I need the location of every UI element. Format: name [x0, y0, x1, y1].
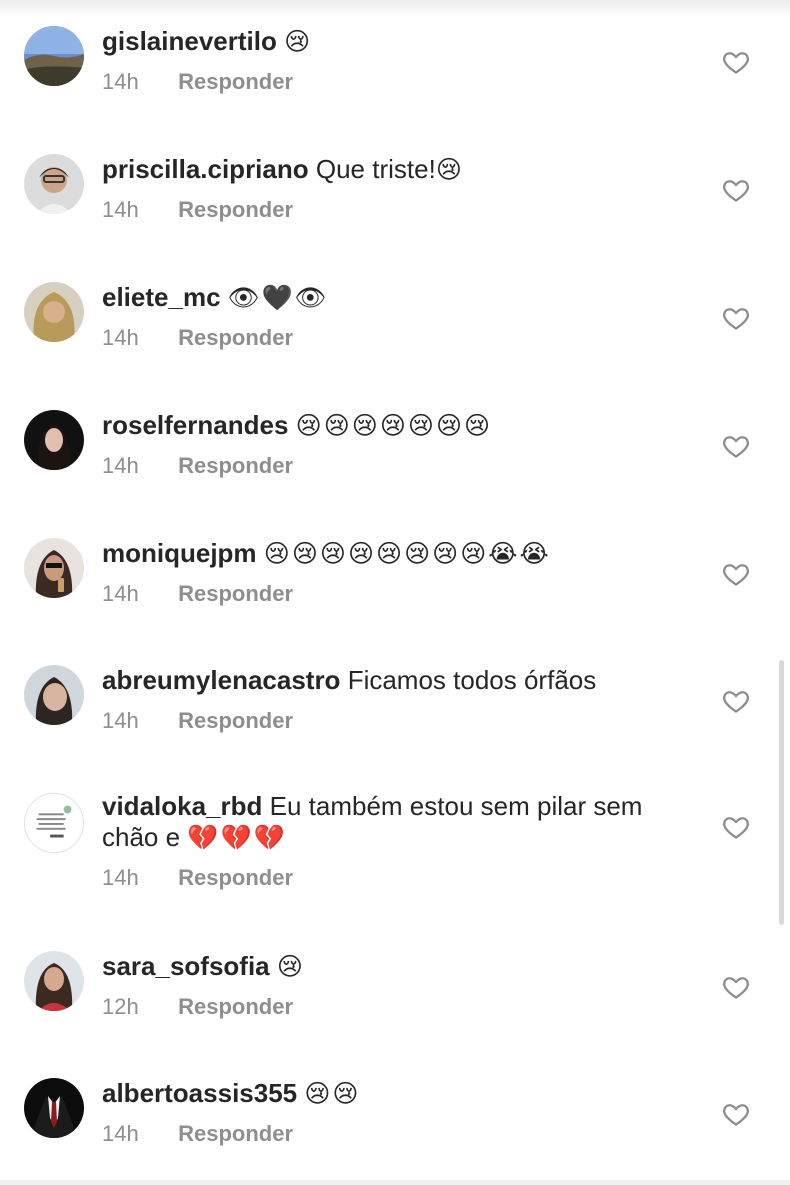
avatar[interactable] [24, 1078, 84, 1138]
comment-time: 14h [102, 69, 139, 94]
heart-outline-icon[interactable] [722, 813, 750, 841]
comment-body: gislainevertilo 😢 14h Responder [102, 26, 702, 97]
reply-button[interactable]: Responder [178, 994, 293, 1019]
comment-text: Ficamos todos órfãos [347, 665, 597, 695]
comment-username[interactable]: eliete_mc [102, 282, 221, 312]
heart-outline-icon[interactable] [722, 973, 750, 1001]
reply-button[interactable]: Responder [178, 865, 293, 890]
reply-button[interactable]: Responder [178, 581, 293, 606]
comment-emoji: 😢 [284, 27, 313, 56]
comment-body: vidaloka_rbd Eu também estou sem pilar s… [102, 791, 702, 893]
comment-username[interactable]: vidaloka_rbd [102, 791, 262, 821]
comment-username[interactable]: roselfernandes [102, 410, 288, 440]
comment-username[interactable]: albertoassis355 [102, 1078, 297, 1108]
comment-time: 14h [102, 453, 139, 478]
comment-emoji: 😢 [435, 155, 464, 184]
comment-body: moniquejpm 😢😢😢😢😢😢😢😢😭😭 14h Responder [102, 538, 702, 609]
avatar[interactable] [24, 26, 84, 86]
bottom-divider [0, 1180, 790, 1185]
avatar[interactable] [24, 951, 84, 1011]
comment-body: abreumylenacastro Ficamos todos órfãos 1… [102, 665, 702, 736]
avatar[interactable] [24, 538, 84, 598]
comment-username[interactable]: gislainevertilo [102, 26, 277, 56]
comment-emoji: 💔💔💔 [187, 823, 287, 852]
comment-time: 14h [102, 865, 139, 890]
comment-time: 14h [102, 1121, 139, 1146]
comment-username[interactable]: priscilla.cipriano [102, 154, 309, 184]
heart-outline-icon[interactable] [722, 560, 750, 588]
reply-button[interactable]: Responder [178, 69, 293, 94]
comment-username[interactable]: abreumylenacastro [102, 665, 340, 695]
heart-outline-icon[interactable] [722, 304, 750, 332]
heart-outline-icon[interactable] [722, 1100, 750, 1128]
comment-time: 12h [102, 994, 139, 1019]
comment-body: priscilla.cipriano Que triste!😢 14h Resp… [102, 154, 702, 225]
comment-emoji: 😢😢😢😢😢😢😢 [295, 411, 493, 440]
comment-time: 14h [102, 325, 139, 350]
reply-button[interactable]: Responder [178, 325, 293, 350]
comment-time: 14h [102, 708, 139, 733]
avatar[interactable] [24, 793, 84, 853]
top-shade [0, 0, 790, 18]
comment-time: 14h [102, 581, 139, 606]
scrollbar[interactable] [779, 660, 784, 925]
reply-button[interactable]: Responder [178, 453, 293, 478]
avatar[interactable] [24, 665, 84, 725]
heart-outline-icon[interactable] [722, 432, 750, 460]
comment-username[interactable]: moniquejpm [102, 538, 257, 568]
heart-outline-icon[interactable] [722, 687, 750, 715]
reply-button[interactable]: Responder [178, 708, 293, 733]
comment-emoji: 😢😢😢😢😢😢😢😢😭😭 [263, 539, 551, 568]
reply-button[interactable]: Responder [178, 1121, 293, 1146]
reply-button[interactable]: Responder [178, 197, 293, 222]
heart-outline-icon[interactable] [722, 48, 750, 76]
comment-text: Que triste! [315, 154, 436, 184]
comment-emoji: 😢😢 [304, 1079, 361, 1108]
comment-body: eliete_mc 👁🖤👁 14h Responder [102, 282, 702, 353]
comment-body: sara_sofsofia 😢 12h Responder [102, 951, 702, 1022]
avatar[interactable] [24, 154, 84, 214]
comment-username[interactable]: sara_sofsofia [102, 951, 270, 981]
avatar[interactable] [24, 282, 84, 342]
comment-body: albertoassis355 😢😢 14h Responder [102, 1078, 702, 1149]
heart-outline-icon[interactable] [722, 176, 750, 204]
comment-time: 14h [102, 197, 139, 222]
avatar[interactable] [24, 410, 84, 470]
comment-body: roselfernandes 😢😢😢😢😢😢😢 14h Responder [102, 410, 702, 481]
comment-emoji: 😢 [276, 952, 305, 981]
comment-emoji: 👁🖤👁 [227, 283, 329, 312]
